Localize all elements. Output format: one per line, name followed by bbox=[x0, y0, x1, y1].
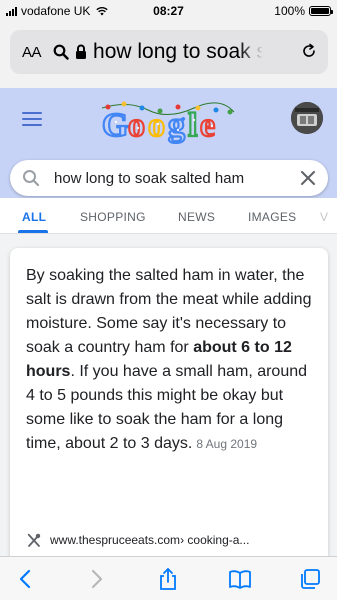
utensils-icon bbox=[27, 533, 41, 547]
status-right: 100% bbox=[274, 4, 333, 18]
svg-text:l: l bbox=[188, 107, 197, 144]
result-source-link[interactable]: www.thespruceeats.com › cooking-a... bbox=[26, 532, 249, 548]
svg-text:o: o bbox=[128, 107, 145, 144]
tab-overflow[interactable]: V bbox=[320, 210, 328, 224]
featured-snippet-card: By soaking the salted ham in water, the … bbox=[10, 248, 328, 578]
status-bar: vodafone UK 08:27 100% bbox=[0, 0, 337, 22]
results-area: By soaking the salted ham in water, the … bbox=[0, 234, 337, 578]
reader-view-button[interactable]: AA bbox=[22, 44, 42, 61]
tab-images[interactable]: IMAGES bbox=[248, 210, 296, 224]
active-tab-indicator bbox=[18, 230, 48, 233]
close-icon[interactable] bbox=[300, 170, 316, 186]
reload-icon[interactable] bbox=[300, 42, 318, 60]
search-query-input[interactable]: how long to soak salted ham bbox=[54, 170, 244, 187]
battery-percent: 100% bbox=[274, 4, 305, 18]
forward-arrow-icon[interactable] bbox=[84, 567, 108, 591]
tab-news[interactable]: NEWS bbox=[178, 210, 215, 224]
source-domain[interactable]: www.thespruceeats.com bbox=[50, 533, 180, 547]
lock-icon bbox=[76, 44, 87, 59]
svg-text:g: g bbox=[168, 107, 185, 144]
search-icon bbox=[53, 44, 69, 60]
browser-toolbar bbox=[0, 556, 337, 600]
google-doodle-logo[interactable]: G o o g l e bbox=[98, 98, 238, 144]
search-icon[interactable] bbox=[22, 169, 40, 187]
tab-shopping[interactable]: SHOPPING bbox=[80, 210, 146, 224]
hamburger-menu-icon[interactable] bbox=[22, 112, 42, 128]
address-bar[interactable]: AA how long to soak s bbox=[10, 30, 328, 74]
share-icon[interactable] bbox=[156, 567, 180, 591]
svg-text:o: o bbox=[148, 107, 165, 144]
bookmarks-icon[interactable] bbox=[228, 567, 252, 591]
svg-text:G: G bbox=[102, 107, 128, 144]
battery-icon bbox=[309, 6, 333, 16]
avatar-image-icon bbox=[291, 102, 323, 134]
back-arrow-icon[interactable] bbox=[14, 567, 38, 591]
url-text[interactable]: how long to soak s bbox=[93, 40, 264, 64]
browser-chrome: AA how long to soak s bbox=[0, 22, 337, 88]
tab-all[interactable]: ALL bbox=[22, 210, 46, 224]
source-path[interactable]: › cooking-a... bbox=[180, 533, 249, 547]
snippet-date: 8 Aug 2019 bbox=[196, 437, 258, 451]
tabs-icon[interactable] bbox=[298, 567, 322, 591]
account-avatar[interactable] bbox=[291, 102, 323, 134]
google-search-box[interactable]: how long to soak salted ham bbox=[10, 160, 328, 196]
search-tabs: ALL SHOPPING NEWS IMAGES V bbox=[0, 198, 337, 234]
featured-snippet-text: By soaking the salted ham in water, the … bbox=[26, 264, 316, 456]
